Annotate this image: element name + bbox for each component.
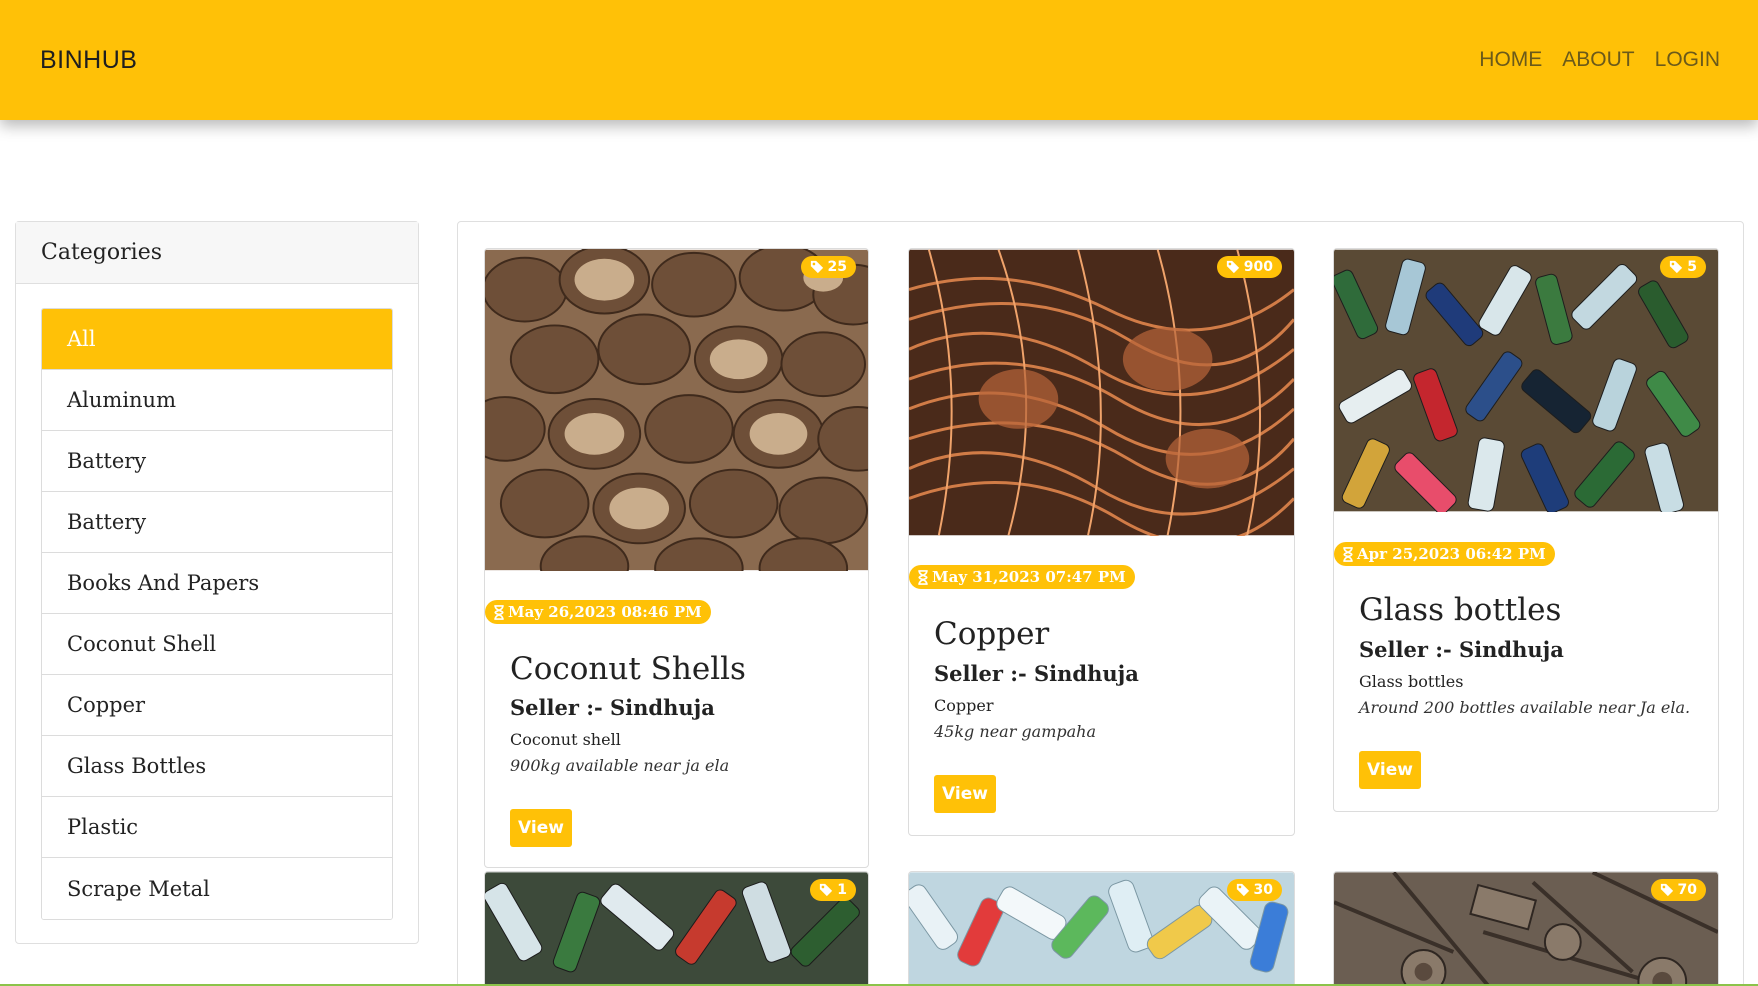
- quantity-badge: 5: [1660, 256, 1706, 278]
- product-card: 30: [908, 871, 1295, 986]
- nav-login-link[interactable]: LOGIN: [1655, 48, 1720, 72]
- quantity-value: 900: [1243, 259, 1273, 275]
- category-item-coconut-shell[interactable]: Coconut Shell: [42, 614, 392, 675]
- product-card: 25 May 26,2023 08:46 PM Coconut Shells S…: [484, 248, 869, 868]
- navbar: BINHUB HOME ABOUT LOGIN: [0, 0, 1758, 120]
- date-text: Apr 25,2023 06:42 PM: [1357, 545, 1546, 563]
- date-badge: May 31,2023 07:47 PM: [909, 565, 1135, 589]
- brand-logo[interactable]: BINHUB: [40, 46, 137, 75]
- category-item-plastic[interactable]: Plastic: [42, 797, 392, 858]
- product-description: Around 200 bottles available near Ja ela…: [1359, 698, 1691, 717]
- quantity-badge: 900: [1216, 256, 1282, 278]
- category-item-aluminum[interactable]: Aluminum: [42, 370, 392, 431]
- quantity-value: 70: [1677, 882, 1697, 898]
- category-list: All Aluminum Battery Battery Books And P…: [41, 308, 393, 920]
- tag-icon: [820, 883, 833, 897]
- quantity-value: 5: [1687, 259, 1697, 275]
- category-item-battery[interactable]: Battery: [42, 431, 392, 492]
- product-category: Coconut shell: [510, 730, 621, 749]
- product-category: Glass bottles: [1359, 672, 1464, 691]
- seller-name: Seller :- Sindhuja: [934, 661, 1139, 686]
- product-category: Copper: [934, 696, 994, 715]
- view-button[interactable]: View: [510, 809, 572, 847]
- tag-icon: [1660, 883, 1673, 897]
- nav-about-link[interactable]: ABOUT: [1562, 48, 1634, 72]
- product-title: Glass bottles: [1359, 592, 1562, 628]
- date-badge: May 26,2023 08:46 PM: [485, 600, 711, 624]
- products-panel: 25 May 26,2023 08:46 PM Coconut Shells S…: [457, 221, 1744, 986]
- category-item-copper[interactable]: Copper: [42, 675, 392, 736]
- date-text: May 31,2023 07:47 PM: [932, 568, 1126, 586]
- product-card: 1: [484, 871, 869, 986]
- copper-wire-image[interactable]: [909, 249, 1294, 536]
- hourglass-icon: [918, 569, 928, 585]
- categories-sidebar: Categories All Aluminum Battery Battery …: [15, 221, 419, 944]
- category-item-battery-2[interactable]: Battery: [42, 492, 392, 553]
- glass-bottles-image[interactable]: [1334, 249, 1718, 512]
- nav-home-link[interactable]: HOME: [1479, 48, 1542, 72]
- quantity-badge: 70: [1650, 879, 1706, 901]
- quantity-badge: 30: [1226, 879, 1282, 901]
- date-badge: Apr 25,2023 06:42 PM: [1334, 542, 1555, 566]
- product-card: 70: [1333, 871, 1719, 986]
- product-description: 45kg near gampaha: [934, 722, 1097, 741]
- product-card: 5 Apr 25,2023 06:42 PM Glass bottles Sel…: [1333, 248, 1719, 812]
- product-card: 900 May 31,2023 07:47 PM Copper Seller :…: [908, 248, 1295, 836]
- tag-icon: [1236, 883, 1249, 897]
- hourglass-icon: [494, 604, 504, 620]
- date-text: May 26,2023 08:46 PM: [508, 603, 702, 621]
- product-title: Coconut Shells: [510, 651, 746, 687]
- tag-icon: [1226, 260, 1239, 274]
- category-item-books-and-papers[interactable]: Books And Papers: [42, 553, 392, 614]
- categories-title: Categories: [16, 222, 418, 284]
- hourglass-icon: [1343, 546, 1353, 562]
- tag-icon: [810, 260, 823, 274]
- view-button[interactable]: View: [934, 775, 996, 813]
- quantity-value: 30: [1253, 882, 1273, 898]
- coconut-shells-image[interactable]: [485, 249, 868, 571]
- tag-icon: [1670, 260, 1683, 274]
- category-item-glass-bottles[interactable]: Glass Bottles: [42, 736, 392, 797]
- product-description: 900kg available near ja ela: [510, 756, 730, 775]
- quantity-value: 1: [837, 882, 847, 898]
- quantity-badge: 25: [800, 256, 856, 278]
- seller-name: Seller :- Sindhuja: [510, 695, 715, 720]
- category-item-all[interactable]: All: [42, 309, 392, 370]
- quantity-value: 25: [827, 259, 847, 275]
- category-item-scrape-metal[interactable]: Scrape Metal: [42, 858, 392, 919]
- nav-links: HOME ABOUT LOGIN: [1479, 48, 1720, 72]
- quantity-badge: 1: [810, 879, 856, 901]
- product-title: Copper: [934, 616, 1050, 652]
- view-button[interactable]: View: [1359, 751, 1421, 789]
- seller-name: Seller :- Sindhuja: [1359, 637, 1564, 662]
